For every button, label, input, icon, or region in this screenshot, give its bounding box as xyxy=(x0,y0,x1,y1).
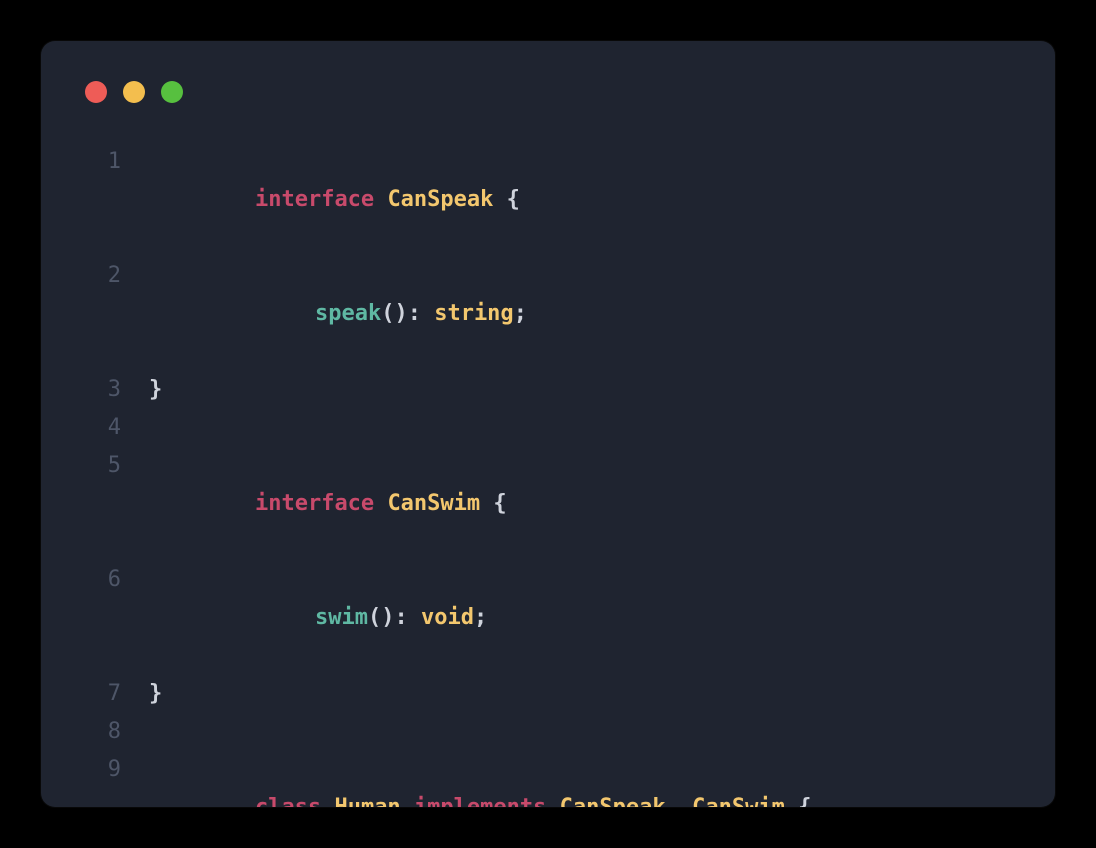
type-name: CanSpeak xyxy=(387,187,493,212)
code-window: 1 interface CanSpeak { 2 speak(): string… xyxy=(41,41,1055,807)
keyword-class: class xyxy=(255,795,321,807)
line-number: 8 xyxy=(71,713,121,751)
keyword-interface: interface xyxy=(255,187,374,212)
brace-open: { xyxy=(507,187,520,212)
code-line: 5 interface CanSwim { xyxy=(71,447,1025,561)
type-name: Human xyxy=(334,795,400,807)
window-close-button[interactable] xyxy=(85,81,107,103)
brace-open: { xyxy=(798,795,811,807)
comma: , xyxy=(666,795,679,807)
paren-open: ( xyxy=(368,605,381,630)
window-traffic-lights xyxy=(85,81,183,103)
colon: : xyxy=(394,605,407,630)
builtin-type: void xyxy=(421,605,474,630)
window-minimize-button[interactable] xyxy=(123,81,145,103)
code-line: 3 } xyxy=(71,371,1025,409)
line-number: 4 xyxy=(71,409,121,447)
code-editor[interactable]: 1 interface CanSpeak { 2 speak(): string… xyxy=(71,143,1025,807)
code-line: 6 swim(): void; xyxy=(71,561,1025,675)
paren-close: ) xyxy=(394,301,407,326)
code-line: 4 xyxy=(71,409,1025,447)
line-number: 3 xyxy=(71,371,121,409)
brace-close: } xyxy=(149,377,162,402)
method-name: swim xyxy=(315,605,368,630)
brace-close: } xyxy=(149,681,162,706)
type-name: CanSwim xyxy=(387,491,480,516)
colon: : xyxy=(408,301,421,326)
line-number: 1 xyxy=(71,143,121,181)
line-number: 2 xyxy=(71,257,121,295)
line-number: 9 xyxy=(71,751,121,789)
brace-open: { xyxy=(493,491,506,516)
code-line: 7 } xyxy=(71,675,1025,713)
keyword-implements: implements xyxy=(414,795,546,807)
code-line: 8 xyxy=(71,713,1025,751)
window-zoom-button[interactable] xyxy=(161,81,183,103)
semicolon: ; xyxy=(474,605,487,630)
builtin-type: string xyxy=(434,301,513,326)
code-line: 2 speak(): string; xyxy=(71,257,1025,371)
type-name: CanSwim xyxy=(692,795,785,807)
line-number: 6 xyxy=(71,561,121,599)
paren-close: ) xyxy=(381,605,394,630)
code-line: 1 interface CanSpeak { xyxy=(71,143,1025,257)
keyword-interface: interface xyxy=(255,491,374,516)
paren-open: ( xyxy=(381,301,394,326)
line-number: 7 xyxy=(71,675,121,713)
line-number: 5 xyxy=(71,447,121,485)
method-name: speak xyxy=(315,301,381,326)
semicolon: ; xyxy=(514,301,527,326)
code-line: 9 class Human implements CanSpeak, CanSw… xyxy=(71,751,1025,807)
type-name: CanSpeak xyxy=(560,795,666,807)
